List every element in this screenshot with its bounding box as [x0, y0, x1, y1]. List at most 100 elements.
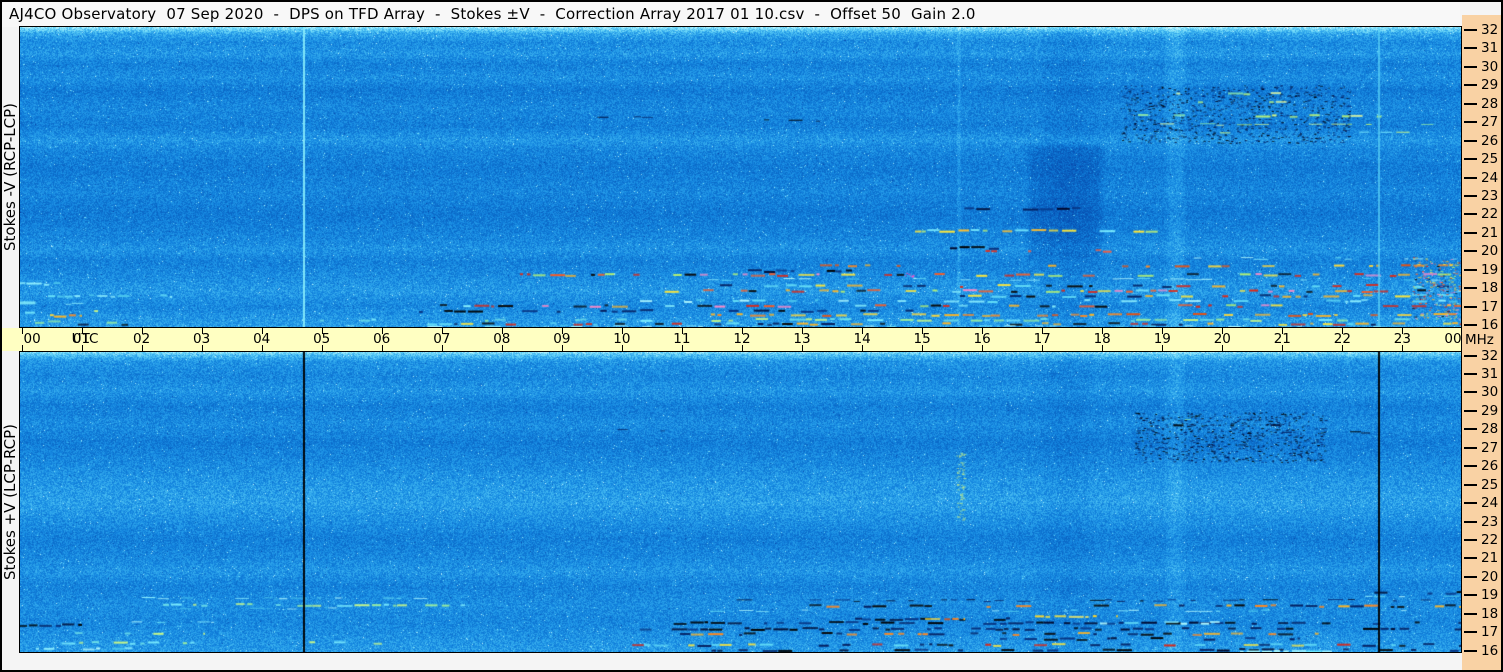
hour-label-04-4: 04: [253, 331, 271, 347]
freq-label-bottom-27: 27: [1481, 439, 1499, 456]
top-panel-ylabel: Stokes -V (RCP-LCP): [2, 103, 19, 251]
hour-label-22-22: 22: [1333, 331, 1351, 347]
freq-label-top-30: 30: [1481, 58, 1499, 75]
freq-tick-top-21: [1464, 231, 1477, 234]
hour-label-23-23: 23: [1393, 331, 1411, 347]
hour-label-10-10: 10: [613, 331, 631, 347]
freq-tick-bottom-19: [1464, 594, 1477, 597]
freq-tick-bottom-17: [1464, 631, 1477, 634]
freq-tick-bottom-30: [1464, 391, 1477, 394]
hour-tick-00-0: [21, 328, 23, 334]
freq-label-top-29: 29: [1481, 77, 1499, 94]
freq-tick-top-25: [1464, 158, 1477, 161]
hour-label-05-5: 05: [313, 331, 331, 347]
freq-label-top-17: 17: [1481, 298, 1499, 315]
freq-tick-top-19: [1464, 268, 1477, 271]
freq-tick-bottom-24: [1464, 502, 1477, 504]
freq-tick-top-26: [1464, 139, 1477, 142]
freq-label-bottom-32: 32: [1481, 347, 1499, 364]
freq-tick-bottom-20: [1464, 575, 1477, 578]
spectrogram-stokes-plus-v: [19, 351, 1462, 653]
freq-label-top-27: 27: [1481, 114, 1499, 131]
hour-label-14-14: 14: [853, 331, 871, 347]
freq-tick-bottom-21: [1464, 557, 1477, 560]
freq-tick-top-20: [1464, 250, 1477, 253]
freq-tick-top-23: [1464, 195, 1477, 197]
freq-tick-top-27: [1464, 121, 1477, 124]
freq-tick-top-16: [1464, 324, 1477, 326]
freq-label-top-19: 19: [1481, 261, 1499, 278]
freq-tick-bottom-23: [1464, 520, 1477, 523]
freq-label-bottom-22: 22: [1481, 531, 1499, 548]
freq-label-bottom-30: 30: [1481, 384, 1499, 401]
hour-label-06-6: 06: [373, 331, 391, 347]
freq-tick-bottom-26: [1464, 465, 1477, 468]
freq-tick-bottom-18: [1464, 612, 1477, 615]
freq-label-top-24: 24: [1481, 169, 1499, 186]
title-bar: AJ4CO Observatory 07 Sep 2020 - DPS on T…: [2, 2, 1460, 27]
freq-label-bottom-20: 20: [1481, 568, 1499, 585]
freq-tick-top-17: [1464, 305, 1477, 308]
hour-label-11-11: 11: [673, 331, 691, 347]
freq-tick-top-29: [1464, 84, 1477, 87]
time-axis: 00 01 02 03 04 05 06 07 08 09 10 11 12 13 14 15 16 17 18 19…: [2, 328, 1461, 351]
hour-label-00-24: 00: [1444, 331, 1461, 347]
hour-label-16-16: 16: [973, 331, 991, 347]
freq-label-top-25: 25: [1481, 151, 1499, 168]
freq-tick-top-32: [1464, 29, 1477, 31]
freq-label-bottom-24: 24: [1481, 495, 1499, 511]
hour-label-13-13: 13: [793, 331, 811, 347]
freq-label-top-23: 23: [1481, 188, 1499, 204]
freq-label-bottom-29: 29: [1481, 402, 1499, 419]
freq-tick-bottom-31: [1464, 372, 1477, 375]
freq-label-bottom-17: 17: [1481, 624, 1499, 641]
freq-label-bottom-23: 23: [1481, 513, 1499, 530]
window-title: AJ4CO Observatory 07 Sep 2020 - DPS on T…: [9, 5, 976, 23]
hour-label-18-18: 18: [1093, 331, 1111, 347]
freq-tick-bottom-22: [1464, 538, 1477, 541]
freq-label-top-32: 32: [1481, 22, 1499, 38]
freq-tick-top-18: [1464, 287, 1477, 290]
app-window: 32 31 30 29 28 27 26 25 24 23 22 21 20 19 18 17 16 32 31 30…: [0, 0, 1503, 672]
freq-label-bottom-31: 31: [1481, 365, 1499, 382]
freq-tick-bottom-25: [1464, 483, 1477, 486]
freq-label-bottom-16: 16: [1481, 642, 1499, 659]
freq-label-top-22: 22: [1481, 206, 1499, 223]
freq-label-bottom-25: 25: [1481, 476, 1499, 493]
freq-label-top-16: 16: [1481, 317, 1499, 333]
freq-label-bottom-28: 28: [1481, 421, 1499, 438]
hour-label-07-7: 07: [433, 331, 451, 347]
bottom-panel-ylabel: Stokes +V (LCP-RCP): [2, 424, 19, 580]
freq-tick-bottom-16: [1464, 649, 1477, 652]
freq-label-top-26: 26: [1481, 132, 1499, 149]
freq-label-top-18: 18: [1481, 280, 1499, 297]
hour-label-08-8: 08: [493, 331, 511, 347]
mhz-unit-label: MHz: [1465, 332, 1494, 348]
hour-label-21-21: 21: [1273, 331, 1291, 347]
freq-label-bottom-26: 26: [1481, 458, 1499, 475]
hour-label-15-15: 15: [913, 331, 931, 347]
freq-label-bottom-19: 19: [1481, 587, 1499, 604]
hour-label-02-2: 02: [133, 331, 151, 347]
freq-tick-top-22: [1464, 213, 1477, 216]
freq-label-top-21: 21: [1481, 224, 1499, 241]
hour-label-03-3: 03: [193, 331, 211, 347]
spectrogram-stokes-minus-v: [19, 26, 1462, 328]
window-inner: 32 31 30 29 28 27 26 25 24 23 22 21 20 19 18 17 16 32 31 30…: [2, 2, 1501, 670]
freq-label-top-20: 20: [1481, 243, 1499, 260]
freq-tick-top-28: [1464, 102, 1477, 105]
hour-label-19-19: 19: [1153, 331, 1171, 347]
freq-tick-bottom-29: [1464, 409, 1477, 412]
freq-tick-bottom-32: [1464, 354, 1477, 357]
freq-tick-top-30: [1464, 65, 1477, 68]
hour-label-17-17: 17: [1033, 331, 1051, 347]
freq-label-top-31: 31: [1481, 40, 1499, 57]
freq-tick-bottom-28: [1464, 428, 1477, 431]
freq-label-bottom-18: 18: [1481, 605, 1499, 622]
hour-label-00-0: 00: [23, 331, 41, 347]
freq-tick-top-24: [1464, 176, 1477, 179]
utc-label: UTC: [71, 331, 99, 347]
hour-label-12-12: 12: [733, 331, 751, 347]
hour-label-20-20: 20: [1213, 331, 1231, 347]
freq-label-top-28: 28: [1481, 95, 1499, 112]
